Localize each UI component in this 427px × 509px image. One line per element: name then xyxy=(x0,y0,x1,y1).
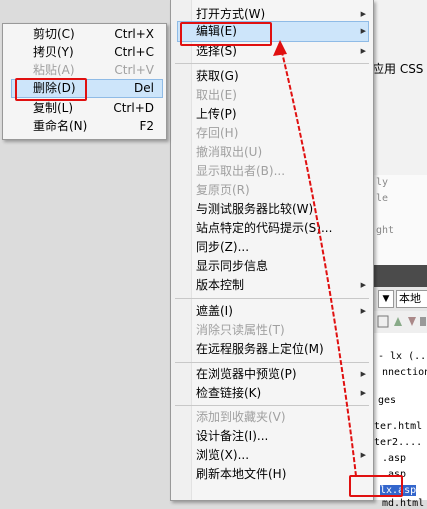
arrow-head-icon xyxy=(273,40,287,56)
annotation-arrow xyxy=(273,40,357,477)
arrow-line xyxy=(279,43,357,477)
